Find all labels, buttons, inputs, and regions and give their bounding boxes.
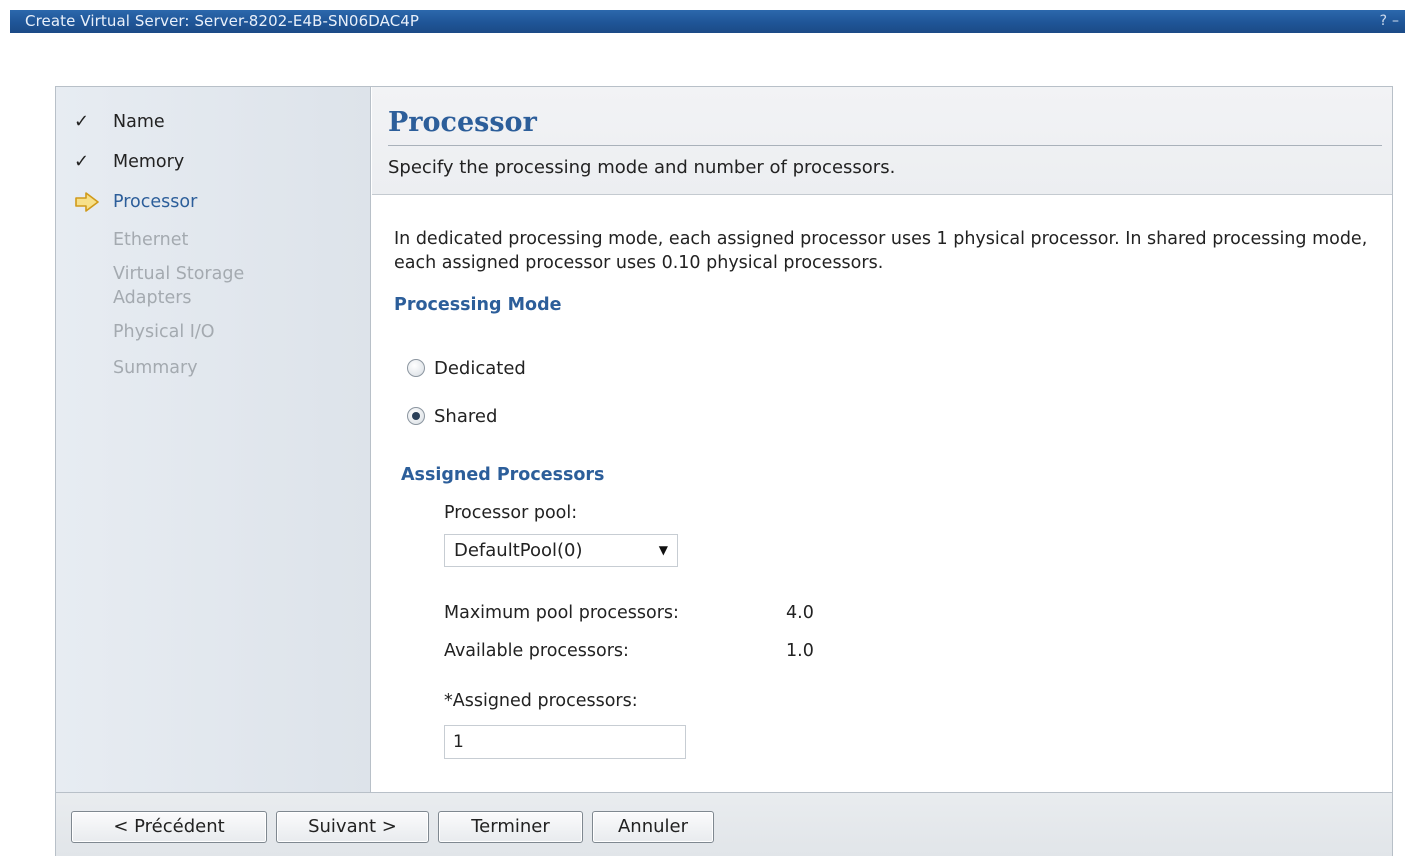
processing-mode-heading: Processing Mode xyxy=(394,295,562,315)
current-step-arrow-icon xyxy=(74,190,104,219)
processor-pool-select[interactable]: DefaultPool(0) ▼ xyxy=(444,534,678,567)
processor-pool-label: Processor pool: xyxy=(444,503,578,523)
help-icon[interactable]: ? xyxy=(1380,10,1387,33)
max-pool-processors-label: Maximum pool processors: xyxy=(444,603,679,623)
minimize-icon[interactable]: – xyxy=(1392,10,1399,33)
radio-button-selected[interactable] xyxy=(407,407,425,425)
nav-step-label: Ethernet xyxy=(113,230,189,250)
available-processors-label: Available processors: xyxy=(444,641,629,661)
assigned-processors-heading: Assigned Processors xyxy=(401,465,605,485)
radio-dedicated[interactable]: Dedicated xyxy=(407,354,526,382)
page-header: Processor Specify the processing mode an… xyxy=(372,87,1392,195)
wizard-panel: ✓ Name ✓ Memory Processor Ethernet Virtu… xyxy=(55,86,1393,856)
window-title-bar: Create Virtual Server: Server-8202-E4B-S… xyxy=(10,10,1405,33)
radio-button[interactable] xyxy=(407,359,425,377)
nav-step-label: Memory xyxy=(113,152,185,172)
radio-shared[interactable]: Shared xyxy=(407,402,497,430)
nav-step-label: Physical I/O xyxy=(113,322,215,342)
nav-step-label: Name xyxy=(113,112,165,132)
cancel-button[interactable]: Annuler xyxy=(592,811,714,843)
checkmark-icon: ✓ xyxy=(74,151,90,172)
nav-step-label: Virtual Storage Adapters xyxy=(113,264,245,308)
previous-button[interactable]: < Précédent xyxy=(71,811,267,843)
page-description: Specify the processing mode and number o… xyxy=(388,157,896,178)
wizard-steps-nav: ✓ Name ✓ Memory Processor Ethernet Virtu… xyxy=(56,87,371,792)
wizard-content: Processor Specify the processing mode an… xyxy=(372,87,1392,792)
intro-text: In dedicated processing mode, each assig… xyxy=(394,229,1368,273)
next-button[interactable]: Suivant > xyxy=(276,811,429,843)
finish-button[interactable]: Terminer xyxy=(438,811,583,843)
radio-label-dedicated: Dedicated xyxy=(434,357,526,379)
window-title: Create Virtual Server: Server-8202-E4B-S… xyxy=(25,12,420,30)
page-title: Processor xyxy=(388,107,537,138)
wizard-footer: < Précédent Suivant > Terminer Annuler xyxy=(55,792,1393,856)
available-processors-value: 1.0 xyxy=(786,641,814,661)
nav-step-label: Processor xyxy=(113,192,198,212)
max-pool-processors-value: 4.0 xyxy=(786,603,814,623)
header-divider xyxy=(388,145,1382,146)
radio-label-shared: Shared xyxy=(434,405,498,427)
assigned-processors-input[interactable]: 1 xyxy=(444,725,686,759)
dropdown-arrow-icon[interactable]: ▼ xyxy=(659,535,668,566)
nav-step-label: Summary xyxy=(113,358,198,378)
assigned-processors-value: 1 xyxy=(453,732,464,752)
processor-pool-value: DefaultPool(0) xyxy=(454,540,583,561)
checkmark-icon: ✓ xyxy=(74,111,90,132)
assigned-processors-label: *Assigned processors: xyxy=(444,691,638,711)
